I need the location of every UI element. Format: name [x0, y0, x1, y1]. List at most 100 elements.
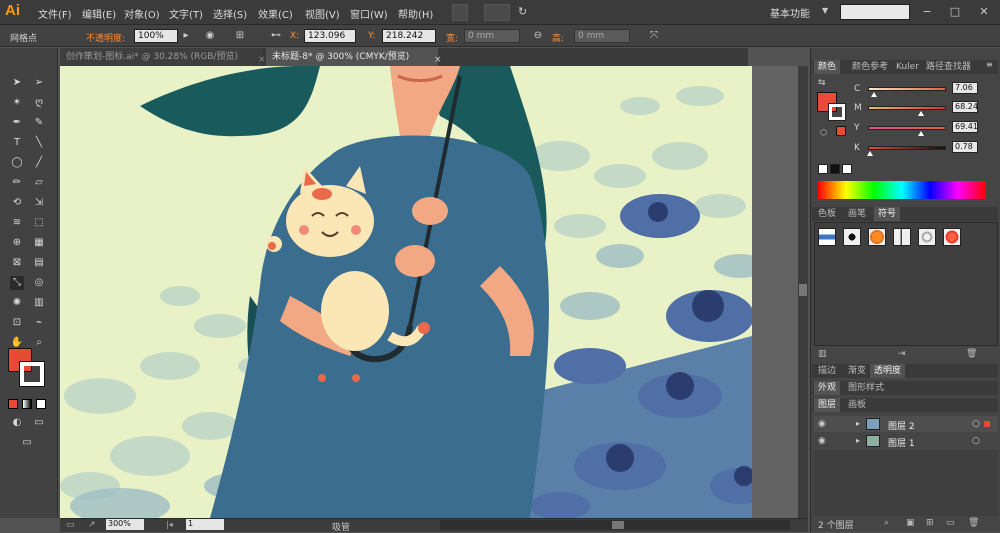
slice-tool-icon[interactable]: ⌁: [32, 316, 46, 330]
eyedropper-tool-icon[interactable]: ⤡: [10, 276, 24, 290]
tab-document-2[interactable]: 未标题-8* @ 300% (CMYK/预览): [266, 48, 438, 66]
paintbrush-tool-icon[interactable]: ╱: [32, 156, 46, 170]
bridge-button[interactable]: [452, 4, 468, 21]
channel-k-value[interactable]: 0.78: [952, 141, 978, 153]
lasso-tool-icon[interactable]: ღ: [32, 96, 46, 110]
channel-y-slider[interactable]: [868, 126, 946, 136]
close-icon[interactable]: ✕: [975, 3, 993, 21]
tab-symbols[interactable]: 符号: [874, 207, 901, 221]
direct-selection-tool-icon[interactable]: ➢: [32, 76, 46, 90]
tab-graphic-styles[interactable]: 图形样式: [844, 381, 888, 395]
white-swatch[interactable]: [842, 164, 852, 174]
tab-color[interactable]: 颜色: [814, 60, 841, 74]
blend-tool-icon[interactable]: ◎: [32, 276, 46, 290]
tab-artboards[interactable]: 画板: [844, 398, 870, 412]
opacity-field[interactable]: 100%: [134, 29, 178, 43]
menu-type[interactable]: 文字(T): [169, 6, 203, 21]
gamut-swatch[interactable]: [836, 126, 846, 136]
zoom-tool-icon[interactable]: ⌕: [32, 336, 46, 350]
target-icon[interactable]: ○: [972, 419, 980, 429]
scale-tool-icon[interactable]: ⇲: [32, 196, 46, 210]
tab-pathfinder[interactable]: 路径查找器: [922, 60, 975, 74]
channel-m-thumb[interactable]: [917, 111, 924, 116]
target-icon[interactable]: ○: [972, 436, 980, 446]
channel-m-slider[interactable]: [868, 106, 946, 116]
drawing-mode-icon[interactable]: ◐: [10, 416, 24, 430]
symbol-orange-button[interactable]: [868, 228, 886, 246]
none-swatch[interactable]: [818, 164, 828, 174]
recolor-icon[interactable]: ◉: [202, 28, 218, 44]
color-spectrum[interactable]: [818, 181, 986, 199]
column-graph-tool-icon[interactable]: ▥: [32, 296, 46, 310]
curvature-tool-icon[interactable]: ✎: [32, 116, 46, 130]
channel-c-value[interactable]: 7.06: [952, 82, 978, 94]
delete-symbol-icon[interactable]: 🗑: [966, 349, 977, 359]
free-transform-tool-icon[interactable]: ⬚: [32, 216, 46, 230]
stroke-swatch[interactable]: [19, 361, 45, 387]
type-tool-icon[interactable]: T: [10, 136, 24, 150]
change-screen-mode-icon[interactable]: ▭: [20, 436, 34, 450]
reference-point-icon[interactable]: ⊷: [268, 28, 284, 44]
workspace-switcher[interactable]: 基本功能: [770, 5, 810, 20]
zoom-field[interactable]: 300%: [106, 519, 144, 530]
y-field[interactable]: 218.242: [382, 29, 436, 43]
link-icon[interactable]: ⊖: [530, 28, 546, 44]
channel-y-value[interactable]: 69.41: [952, 121, 978, 133]
none-mode-button[interactable]: [36, 399, 46, 409]
mesh-tool-icon[interactable]: ⊠: [10, 256, 24, 270]
tab-brushes[interactable]: 画笔: [844, 207, 870, 221]
channel-m-value[interactable]: 68.24: [952, 101, 978, 113]
locate-object-icon[interactable]: ⌕: [884, 518, 889, 528]
symbol-blue-band[interactable]: [818, 228, 836, 246]
menu-object[interactable]: 对象(O): [124, 6, 160, 21]
panel-menu-icon[interactable]: ≡: [986, 60, 993, 69]
symbol-pin[interactable]: [893, 228, 911, 246]
symbol-ink-splat[interactable]: [843, 228, 861, 246]
opacity-dropdown-icon[interactable]: ▸: [178, 28, 194, 44]
visibility-eye-icon[interactable]: ◉: [818, 419, 826, 429]
visibility-eye-icon[interactable]: ◉: [818, 436, 826, 446]
symbol-flower[interactable]: [943, 228, 961, 246]
rotate-tool-icon[interactable]: ⟲: [10, 196, 24, 210]
minimize-icon[interactable]: −: [918, 3, 936, 21]
line-tool-icon[interactable]: ╲: [32, 136, 46, 150]
new-layer-icon[interactable]: ▭: [946, 518, 955, 528]
hscroll-thumb[interactable]: [612, 521, 624, 529]
gpu-icon[interactable]: ↻: [518, 5, 527, 18]
width-tool-icon[interactable]: ≋: [10, 216, 24, 230]
channel-k-slider[interactable]: [866, 146, 946, 156]
symbol-ring[interactable]: [918, 228, 936, 246]
expand-triangle-icon[interactable]: ▸: [856, 419, 860, 428]
channel-k-thumb[interactable]: [866, 151, 873, 156]
ellipse-tool-icon[interactable]: ◯: [10, 156, 24, 170]
magic-wand-tool-icon[interactable]: ✶: [10, 96, 24, 110]
new-sublayer-icon[interactable]: ⊞: [926, 518, 934, 528]
channel-c-slider[interactable]: [868, 87, 946, 97]
expand-triangle-icon[interactable]: ▸: [856, 436, 860, 445]
selection-tool-icon[interactable]: ➤: [10, 76, 24, 90]
menu-view[interactable]: 视图(V): [305, 6, 340, 21]
scrollbar-thumb[interactable]: [799, 284, 807, 296]
color-mode-button[interactable]: [8, 399, 18, 409]
menu-file[interactable]: 文件(F): [38, 6, 72, 21]
menu-select[interactable]: 选择(S): [213, 6, 247, 21]
width-field[interactable]: 0 mm: [464, 29, 520, 43]
arrange-documents-button[interactable]: [484, 4, 510, 21]
height-field[interactable]: 0 mm: [574, 29, 630, 43]
screen-mode-icon[interactable]: ▭: [32, 416, 46, 430]
channel-c-thumb[interactable]: [871, 92, 878, 97]
gradient-tool-icon[interactable]: ▤: [32, 256, 46, 270]
eraser-tool-icon[interactable]: ▱: [32, 176, 46, 190]
artboard-tool-icon[interactable]: ⊡: [10, 316, 24, 330]
tab-stroke[interactable]: 描边: [814, 364, 840, 378]
color-stroke-swatch[interactable]: [828, 103, 846, 121]
align-icon[interactable]: ⊞: [232, 28, 248, 44]
tab-swatches[interactable]: 色板: [814, 207, 840, 221]
pencil-tool-icon[interactable]: ✏: [10, 176, 24, 190]
layer-name[interactable]: 图层 1: [888, 436, 915, 449]
delete-layer-icon[interactable]: 🗑: [968, 518, 979, 528]
tab-color-guide[interactable]: 颜色参考: [848, 60, 892, 74]
search-input[interactable]: [840, 4, 910, 20]
first-page-icon[interactable]: |◂: [166, 520, 173, 529]
opacity-label[interactable]: 不透明度:: [86, 31, 125, 44]
